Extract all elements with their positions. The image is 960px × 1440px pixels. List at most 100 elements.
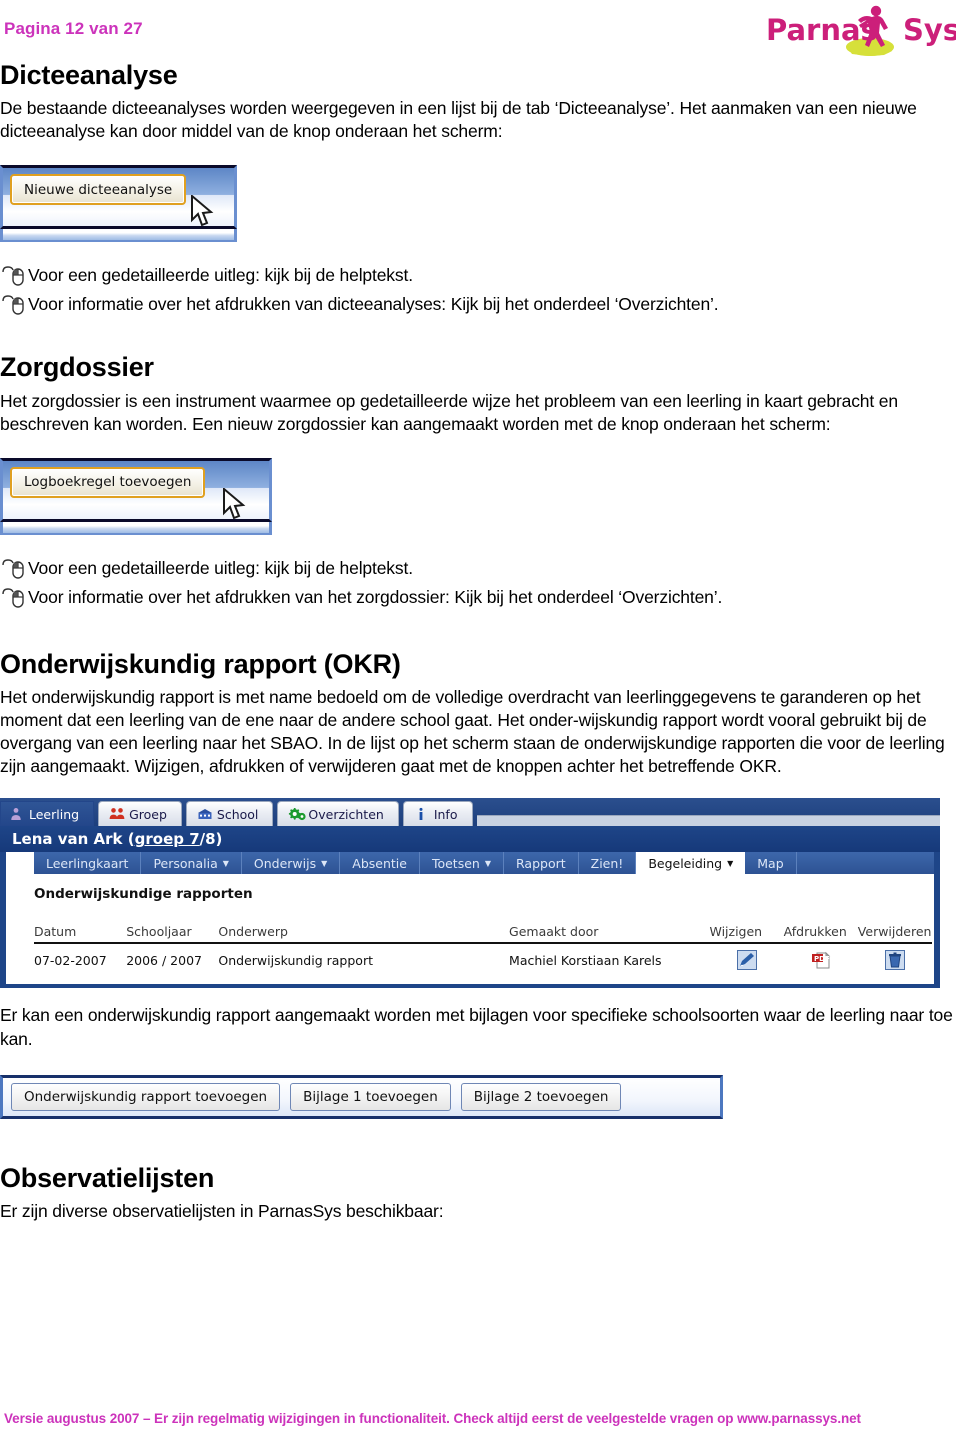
tab-label: Overzichten [308,806,384,822]
mouse-cursor-icon [223,487,246,520]
cell-gemaakt-door: Machiel Korstiaan Karels [509,952,662,968]
table-row: 07-02-2007 2006 / 2007 Onderwijskundig r… [34,943,932,974]
bullet-label: Voor informatie over het afdrukken van h… [28,586,723,607]
student-title-bar: Lena van Ark (groep 7/8) [0,826,940,853]
subnav-item-rapport[interactable]: Rapport [504,852,579,875]
col-wijzigen: Wijzigen [709,924,784,945]
paragraph-dicteeanalyse: De bestaande dicteeanalyses worden weerg… [0,98,917,142]
table-header-row: Datum Schooljaar Onderwerp Gemaakt door … [34,924,932,945]
cell-datum: 07-02-2007 [34,952,107,968]
paragraph-okr-after: Er kan een onderwijskundig rapport aange… [0,1005,953,1049]
cell-verwijderen [858,943,932,974]
bullet-label: Voor een gedetailleerde uitleg: kijk bij… [28,557,413,578]
subnav-item-toetsen[interactable]: Toetsen ▼ [420,852,504,875]
info-icon [414,807,428,821]
tab-label: Groep [129,806,167,822]
screenshot-logboekregel-toevoegen: Logboekregel toevoegen [0,457,280,543]
tabbar-filler [476,815,940,827]
parnassys-logo-svg: Parnas Sys [766,5,960,56]
subnav-label: Map [757,855,784,871]
okr-table: Datum Schooljaar Onderwerp Gemaakt door … [34,924,932,974]
cell-wijzigen [709,943,783,974]
tab-school[interactable]: School [185,801,274,827]
screenshot-frame-bottom [0,229,237,243]
subnav-item-leerlingkaart[interactable]: Leerlingkaart [34,852,142,875]
subnav-filler [796,852,934,875]
subnav-label: Begeleiding [648,855,723,871]
col-schooljaar: Schooljaar [126,924,219,945]
bullet-label: Voor informatie over het afdrukken van d… [28,294,719,315]
subnav-label: Leerlingkaart [46,855,129,871]
page-number-label: Pagina 12 van 27 [4,19,143,38]
subnav-item-absentie[interactable]: Absentie [340,852,420,875]
student-title-suffix: 8) [205,830,223,849]
tab-overzichten[interactable]: Overzichten [277,801,399,827]
subnav-item-map[interactable]: Map [745,852,797,875]
cell-schooljaar: 2006 / 2007 [126,952,202,968]
mouse-click-icon [2,559,24,579]
student-group-link[interactable]: groep 7 [135,830,200,848]
col-gemaakt-door: Gemaakt door [509,924,710,945]
document-page: Pagina 12 van 27 Parnas Sys Dicteeanalys… [0,0,960,1440]
tab-leerling[interactable]: Leerling [0,801,95,827]
bullet-label: Voor een gedetailleerde uitleg: kijk bij… [28,265,413,286]
subnav-item-personalia[interactable]: Personalia ▼ [141,852,242,875]
subnav-label: Zien! [590,855,624,871]
chevron-down-icon: ▼ [222,858,229,868]
app-content-panel: Onderwijskundige rapporten Datum Schoolj… [0,874,940,989]
heading-okr: Onderwijskundig rapport (OKR) [0,648,401,679]
col-verwijderen: Verwijderen [857,924,932,945]
bullets-zorgdossier: Voor een gedetailleerde uitleg: kijk bij… [0,557,960,610]
subnav-label: Absentie [352,855,407,871]
mouse-click-icon [2,295,24,316]
bullets-dicteeanalyse: Voor een gedetailleerde uitleg: kijk bij… [0,264,960,317]
subnav-label: Personalia [153,855,218,871]
page-footer: Versie augustus 2007 – Er zijn regelmati… [4,1411,861,1426]
subnav-label: Onderwijs [253,855,317,871]
edit-pencil-icon[interactable] [736,950,757,971]
logboekregel-toevoegen-button[interactable]: Logboekregel toevoegen [10,466,206,498]
parnassys-logo: Parnas Sys [766,2,960,56]
svg-text:Parnas: Parnas [766,13,878,47]
bijlage-2-toevoegen-button[interactable]: Bijlage 2 toevoegen [460,1082,622,1111]
mouse-cursor-icon [191,195,214,227]
tab-info[interactable]: Info [402,801,473,827]
chevron-down-icon: ▼ [484,858,491,868]
heading-dicteeanalyse: Dicteeanalyse [0,60,178,90]
parnassys-app-screenshot: Leerling Groep School Overzichten Info L… [0,798,940,989]
chevron-down-icon: ▼ [321,858,328,868]
subnav-label: Toetsen [431,855,480,871]
screenshot-nieuwe-dicteeanalyse: Nieuwe dicteeanalyse [0,165,243,250]
pdf-print-icon[interactable]: PDF [811,950,831,970]
mouse-click-icon [2,266,24,287]
heading-observatielijsten: Observatielijsten [0,1162,215,1193]
col-datum: Datum [34,924,127,945]
person-icon [9,807,23,821]
bijlage-1-toevoegen-button[interactable]: Bijlage 1 toevoegen [290,1082,451,1111]
tab-label: Leerling [29,806,80,822]
col-afdrukken: Afdrukken [783,924,858,945]
paragraph-observatielijsten: Er zijn diverse observatielijsten in Par… [0,1200,444,1221]
subnav-label: Rapport [516,855,566,871]
okr-action-button-bar: Onderwijskundig rapport toevoegen Bijlag… [0,1074,723,1119]
cell-afdrukken: PDF [784,943,858,974]
paragraph-okr: Het onderwijskundig rapport is met name … [0,687,945,777]
svg-text:PDF: PDF [814,955,830,963]
tab-label: Info [433,806,458,822]
panel-heading: Onderwijskundige rapporten [34,886,253,903]
heading-zorgdossier: Zorgdossier [0,352,154,383]
col-onderwerp: Onderwerp [218,924,510,945]
paragraph-zorgdossier: Het zorgdossier is een instrument waarme… [0,390,898,434]
tab-groep[interactable]: Groep [98,801,182,827]
subnav-item-begeleiding[interactable]: Begeleiding ▼ [636,852,746,875]
screenshot-frame-bottom [0,521,272,535]
subnav-item-onderwijs[interactable]: Onderwijs ▼ [242,852,341,875]
bullet-item: Voor een gedetailleerde uitleg: kijk bij… [0,557,960,581]
delete-bin-icon[interactable] [884,950,905,971]
subnav-bar: Leerlingkaart Personalia ▼ Onderwijs ▼ Abs… [34,852,934,875]
bullet-item: Voor informatie over het afdrukken van d… [0,293,960,317]
nieuwe-dicteeanalyse-button[interactable]: Nieuwe dicteeanalyse [10,174,187,206]
subnav-item-zien[interactable]: Zien! [579,852,637,875]
okr-toevoegen-button[interactable]: Onderwijskundig rapport toevoegen [11,1082,281,1111]
mouse-click-icon [2,588,24,608]
